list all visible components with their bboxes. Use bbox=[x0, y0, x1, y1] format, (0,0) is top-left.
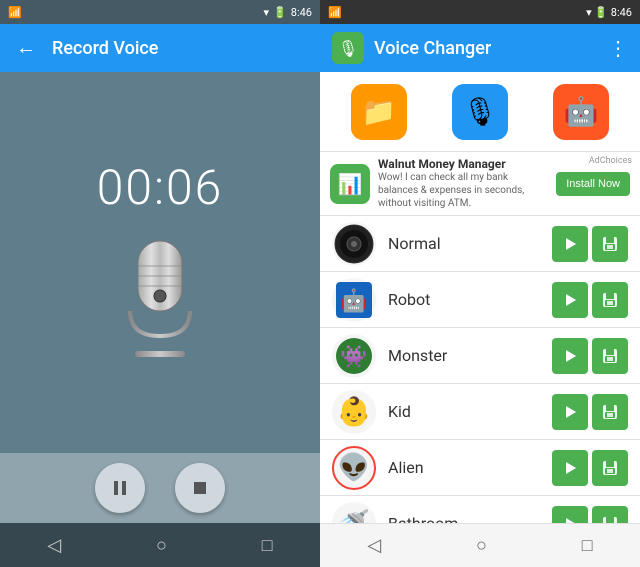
voice-name-monster: Monster bbox=[388, 346, 540, 365]
save-button-bathroom[interactable] bbox=[592, 506, 628, 524]
left-app-bar: ← Record Voice bbox=[0, 24, 320, 72]
svg-text:👾: 👾 bbox=[340, 345, 367, 370]
right-app-icon: 🎙 bbox=[332, 32, 364, 64]
ad-title: Walnut Money Manager bbox=[378, 157, 548, 171]
save-button-alien[interactable] bbox=[592, 450, 628, 486]
left-back-nav[interactable]: ◁ bbox=[27, 527, 81, 564]
left-status-right: ▾ 🔋 8:46 bbox=[264, 6, 312, 19]
voice-avatar-monster: 👾 bbox=[332, 334, 376, 378]
play-button-robot[interactable] bbox=[552, 282, 588, 318]
microphone-icon bbox=[110, 236, 210, 366]
ad-choices-label: AdChoices bbox=[589, 156, 632, 166]
right-app-title: Voice Changer bbox=[374, 38, 491, 59]
voice-actions-kid bbox=[552, 394, 628, 430]
save-button-normal[interactable] bbox=[592, 226, 628, 262]
battery-icon: 🔋 bbox=[273, 6, 287, 19]
voice-actions-robot bbox=[552, 282, 628, 318]
save-button-monster[interactable] bbox=[592, 338, 628, 374]
right-signal-icon: 📶 bbox=[328, 6, 342, 19]
folder-icon[interactable]: 📁 bbox=[351, 84, 407, 140]
left-status-icons: 📶 bbox=[8, 6, 22, 19]
signal-icon: 📶 bbox=[8, 6, 22, 19]
timer-display: 00:06 bbox=[97, 159, 224, 216]
voice-item-monster: 👾 Monster bbox=[320, 328, 640, 384]
voice-actions-normal bbox=[552, 226, 628, 262]
ad-banner: AdChoices 📊 Walnut Money Manager Wow! I … bbox=[320, 152, 640, 216]
right-nav-bar: ◁ ○ □ bbox=[320, 523, 640, 567]
play-button-alien[interactable] bbox=[552, 450, 588, 486]
voice-avatar-bathroom: 🚿 bbox=[332, 502, 376, 524]
overflow-menu-button[interactable]: ⋮ bbox=[608, 36, 628, 61]
play-button-normal[interactable] bbox=[552, 226, 588, 262]
voice-item-robot: 🤖 Robot bbox=[320, 272, 640, 328]
right-home-nav[interactable]: ○ bbox=[456, 527, 507, 564]
right-back-nav[interactable]: ◁ bbox=[347, 527, 401, 564]
controls-bar bbox=[0, 453, 320, 523]
voice-item-kid: 👶 Kid bbox=[320, 384, 640, 440]
microphone-container bbox=[110, 236, 210, 366]
mic-app-icon[interactable]: 🎙 bbox=[452, 84, 508, 140]
voice-list: Normal 🤖 Robot 👾 Monster 👶 Kid 👽 Alien 🚿 Ba… bbox=[320, 216, 640, 523]
save-button-robot[interactable] bbox=[592, 282, 628, 318]
pause-button[interactable] bbox=[95, 463, 145, 513]
ad-text: Walnut Money Manager Wow! I can check al… bbox=[378, 157, 548, 210]
right-time: 8:46 bbox=[611, 6, 632, 19]
right-status-left: 📶 bbox=[328, 6, 342, 19]
back-button[interactable]: ← bbox=[16, 37, 36, 60]
voice-name-robot: Robot bbox=[388, 290, 540, 309]
voice-name-bathroom: Bathroom bbox=[388, 514, 540, 523]
voice-name-kid: Kid bbox=[388, 402, 540, 421]
left-time: 8:46 bbox=[291, 6, 312, 19]
voice-actions-bathroom bbox=[552, 506, 628, 524]
play-button-monster[interactable] bbox=[552, 338, 588, 374]
right-app-bar: 🎙 Voice Changer ⋮ bbox=[320, 24, 640, 72]
play-button-kid[interactable] bbox=[552, 394, 588, 430]
left-recent-nav[interactable]: □ bbox=[242, 527, 293, 564]
voice-actions-alien bbox=[552, 450, 628, 486]
right-wifi-icon: ▾ bbox=[586, 6, 592, 19]
voice-actions-monster bbox=[552, 338, 628, 374]
voice-avatar-kid: 👶 bbox=[332, 390, 376, 434]
icons-row: 📁 🎙 🤖 bbox=[320, 72, 640, 152]
install-now-button[interactable]: Install Now bbox=[556, 172, 630, 196]
voice-avatar-alien: 👽 bbox=[332, 446, 376, 490]
left-panel: 📶 ▾ 🔋 8:46 ← Record Voice 00:06 bbox=[0, 0, 320, 567]
left-nav-bar: ◁ ○ □ bbox=[0, 523, 320, 567]
right-recent-nav[interactable]: □ bbox=[562, 527, 613, 564]
voice-name-normal: Normal bbox=[388, 234, 540, 253]
svg-text:🤖: 🤖 bbox=[340, 288, 367, 314]
right-status-bar: 📶 ▾ 🔋 8:46 bbox=[320, 0, 640, 24]
voice-name-alien: Alien bbox=[388, 458, 540, 477]
left-status-bar: 📶 ▾ 🔋 8:46 bbox=[0, 0, 320, 24]
robot-app-icon[interactable]: 🤖 bbox=[553, 84, 609, 140]
record-content: 00:06 bbox=[0, 72, 320, 453]
play-button-bathroom[interactable] bbox=[552, 506, 588, 524]
voice-item-normal: Normal bbox=[320, 216, 640, 272]
left-home-nav[interactable]: ○ bbox=[136, 527, 187, 564]
ad-desc: Wow! I can check all my bank balances & … bbox=[378, 171, 548, 210]
wifi-icon: ▾ bbox=[264, 6, 270, 19]
right-status-right: ▾ 🔋 8:46 bbox=[586, 6, 632, 19]
stop-button[interactable] bbox=[175, 463, 225, 513]
right-battery-icon: 🔋 bbox=[594, 6, 608, 19]
voice-item-bathroom: 🚿 Bathroom bbox=[320, 496, 640, 523]
save-button-kid[interactable] bbox=[592, 394, 628, 430]
voice-avatar-normal bbox=[332, 222, 376, 266]
voice-avatar-robot: 🤖 bbox=[332, 278, 376, 322]
voice-item-alien: 👽 Alien bbox=[320, 440, 640, 496]
ad-logo: 📊 bbox=[330, 164, 370, 204]
left-app-title: Record Voice bbox=[52, 38, 158, 59]
right-panel: 📶 ▾ 🔋 8:46 🎙 Voice Changer ⋮ 📁 🎙 🤖 AdCho… bbox=[320, 0, 640, 567]
